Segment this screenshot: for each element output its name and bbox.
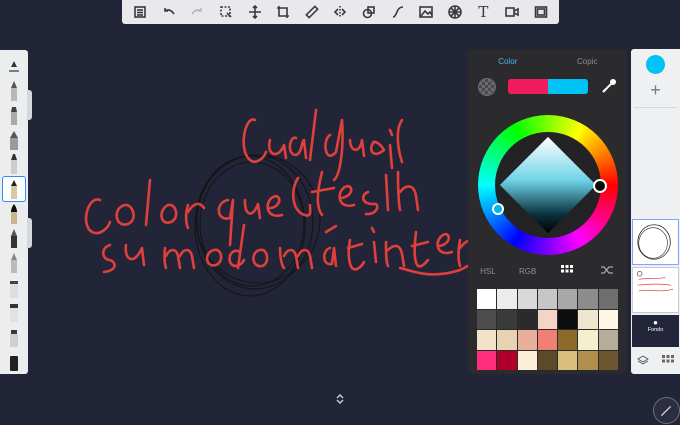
layer-preview xyxy=(637,271,674,292)
brush-felt-icon[interactable] xyxy=(3,325,25,349)
brush-eraser-icon[interactable] xyxy=(3,349,25,373)
mode-rgb[interactable]: RGB xyxy=(508,267,548,276)
current-color[interactable] xyxy=(548,79,588,94)
tab-color[interactable]: Color xyxy=(468,57,548,66)
transform-icon[interactable] xyxy=(240,0,269,24)
select-icon[interactable] xyxy=(212,0,241,24)
add-layer-icon[interactable]: + xyxy=(646,81,665,100)
palette-swatch[interactable] xyxy=(537,330,558,350)
perspective-icon[interactable] xyxy=(441,0,470,24)
pen-icon xyxy=(660,405,672,417)
layer-preview xyxy=(637,224,671,260)
brush-fineliner-icon[interactable] xyxy=(3,152,25,176)
layer-thumbnail-text[interactable] xyxy=(632,267,679,313)
palette-swatch[interactable] xyxy=(578,289,598,309)
color-palette-grid xyxy=(477,289,618,370)
stroke-icon[interactable] xyxy=(383,0,412,24)
eye-icon[interactable]: ● xyxy=(632,318,679,327)
palette-swatch[interactable] xyxy=(578,309,598,329)
palette-grid-icon[interactable] xyxy=(548,265,588,277)
video-icon[interactable] xyxy=(498,0,527,24)
brush-marker-icon[interactable] xyxy=(3,103,25,127)
palette-swatch[interactable] xyxy=(558,309,578,329)
layers-stack-icon[interactable] xyxy=(637,355,650,367)
palette-swatch[interactable] xyxy=(558,289,578,309)
palette-swatch[interactable] xyxy=(517,350,537,370)
palette-swatch[interactable] xyxy=(497,330,517,350)
palette-swatch[interactable] xyxy=(578,350,598,370)
palette-swatch[interactable] xyxy=(598,330,618,350)
palette-swatch[interactable] xyxy=(477,330,497,350)
palette-swatch[interactable] xyxy=(497,350,517,370)
color-swatch-row xyxy=(478,77,618,97)
brush-blender-icon[interactable] xyxy=(3,300,25,324)
color-panel-tabs: Color Copic xyxy=(468,49,627,73)
palette-swatch[interactable] xyxy=(497,309,517,329)
current-color-puck[interactable] xyxy=(646,55,665,74)
color-panel: Color Copic HSL RGB xyxy=(468,49,627,374)
palette-swatch[interactable] xyxy=(537,289,558,309)
handwritten-note-sketch xyxy=(84,108,529,276)
pen-mode-button[interactable] xyxy=(653,397,680,424)
canvas-scroll-handle-icon[interactable] xyxy=(335,394,345,404)
black-circle-sketch xyxy=(194,154,321,297)
crop-icon[interactable] xyxy=(269,0,298,24)
fullscreen-icon[interactable] xyxy=(526,0,555,24)
palette-swatch[interactable] xyxy=(558,330,578,350)
palette-swatch[interactable] xyxy=(598,289,618,309)
ruler-icon[interactable] xyxy=(298,0,327,24)
layer-background[interactable]: ● Fondo xyxy=(632,315,679,347)
symmetry-icon[interactable] xyxy=(326,0,355,24)
brush-panel-handle[interactable] xyxy=(27,218,32,248)
brush-pencil-icon[interactable] xyxy=(3,79,25,103)
palette-swatch[interactable] xyxy=(558,350,578,370)
palette-swatch[interactable] xyxy=(537,350,558,370)
background-layer-label: Fondo xyxy=(647,327,664,333)
color-knob[interactable] xyxy=(492,203,504,215)
tab-copic[interactable]: Copic xyxy=(548,57,628,66)
brush-settings-icon[interactable] xyxy=(3,54,25,78)
brush-panel-handle[interactable] xyxy=(27,90,32,120)
layers-panel: + ● Fondo xyxy=(631,49,680,374)
brush-chisel-icon[interactable] xyxy=(3,251,25,275)
color-puck-icon[interactable] xyxy=(478,78,496,96)
palette-swatch[interactable] xyxy=(477,309,497,329)
layer-footer xyxy=(631,351,680,371)
previous-color[interactable] xyxy=(508,79,548,94)
eyedropper-icon[interactable] xyxy=(600,77,618,95)
brush-inkpen-icon[interactable] xyxy=(2,176,26,203)
brush-airbrush-icon[interactable] xyxy=(3,128,25,152)
palette-swatch[interactable] xyxy=(497,289,517,309)
current-color-swatch[interactable] xyxy=(508,79,588,94)
undo-icon[interactable] xyxy=(155,0,184,24)
palette-swatch[interactable] xyxy=(517,309,537,329)
layer-thumbnail-circle[interactable] xyxy=(632,219,679,265)
brush-smudge-icon[interactable] xyxy=(3,275,25,299)
palette-swatch[interactable] xyxy=(477,350,497,370)
top-toolbar: T xyxy=(122,0,559,24)
palette-swatch[interactable] xyxy=(598,350,618,370)
palette-swatch[interactable] xyxy=(598,309,618,329)
gallery-icon[interactable] xyxy=(126,0,155,24)
text-icon[interactable]: T xyxy=(469,0,498,24)
hue-knob[interactable] xyxy=(593,179,607,193)
brush-pen-icon[interactable] xyxy=(3,226,25,250)
color-mode-bar: HSL RGB xyxy=(468,263,627,279)
brush-paintbrush-icon[interactable] xyxy=(3,202,25,226)
shuffle-icon[interactable] xyxy=(587,265,627,277)
palette-swatch[interactable] xyxy=(517,289,537,309)
palette-swatch[interactable] xyxy=(477,289,497,309)
color-wheel[interactable] xyxy=(478,115,618,255)
redo-icon[interactable] xyxy=(183,0,212,24)
palette-swatch[interactable] xyxy=(578,330,598,350)
brush-palette xyxy=(0,50,28,374)
shape-icon[interactable] xyxy=(355,0,384,24)
mode-hsl[interactable]: HSL xyxy=(468,267,508,276)
palette-swatch[interactable] xyxy=(537,309,558,329)
palette-swatch[interactable] xyxy=(517,330,537,350)
image-icon[interactable] xyxy=(412,0,441,24)
layer-grid-icon[interactable] xyxy=(661,355,674,367)
